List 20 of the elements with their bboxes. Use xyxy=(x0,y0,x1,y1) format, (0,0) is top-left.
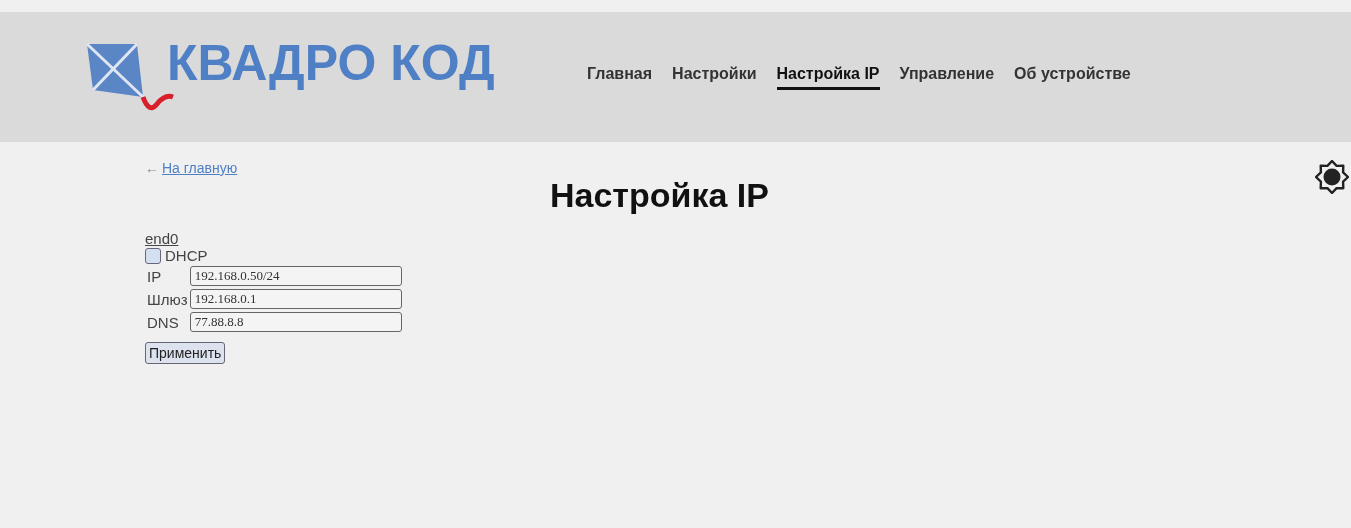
field-label: Шлюз xyxy=(147,290,188,308)
nav-link[interactable]: Управление xyxy=(899,64,995,90)
nav-link[interactable]: Настройки xyxy=(672,64,757,90)
input-field[interactable]: 77.88.8.8 xyxy=(189,312,402,332)
field-label: DNS xyxy=(147,313,180,331)
dhcp-label: DHCP xyxy=(165,247,208,264)
logo-text: КВАДРО КОД xyxy=(167,33,495,92)
interface-name: end0 xyxy=(145,230,179,247)
page-title: Настройка IP xyxy=(550,176,769,215)
input-field[interactable]: 192.168.0.1 xyxy=(189,289,402,309)
nav-link[interactable]: Об устройстве xyxy=(1014,64,1131,90)
nav-link[interactable]: Главная xyxy=(587,64,653,90)
home-link[interactable]: На главную xyxy=(162,160,238,176)
brightness-icon[interactable] xyxy=(1315,160,1349,194)
back-arrow: ← xyxy=(145,160,159,176)
field-label: IP xyxy=(147,267,163,285)
input-field[interactable]: 192.168.0.50/24 xyxy=(189,266,402,286)
dhcp-checkbox[interactable] xyxy=(145,247,161,264)
apply-button[interactable]: Применить xyxy=(145,342,226,364)
nav-link[interactable]: Настройка IP xyxy=(776,64,880,90)
